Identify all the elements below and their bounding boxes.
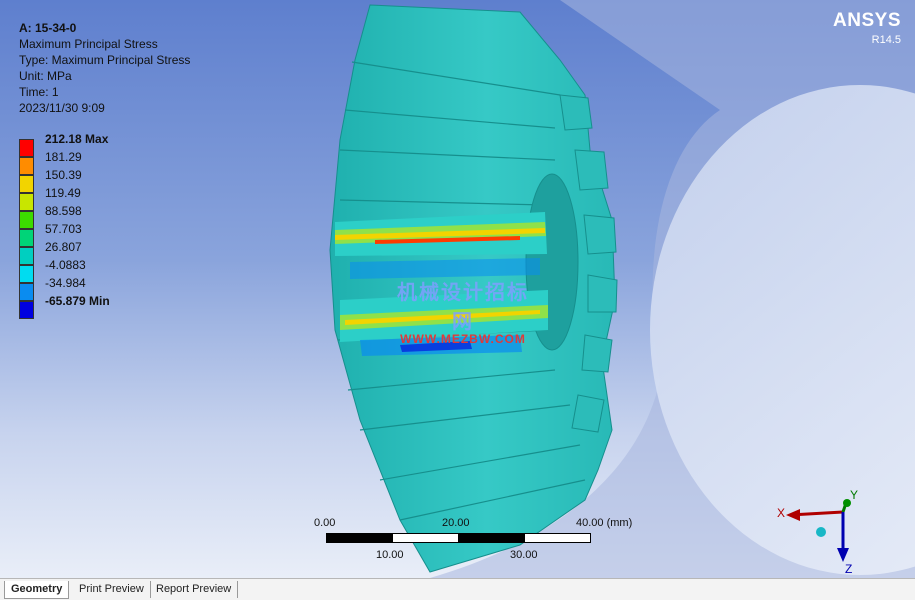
triad-y-label: Y (850, 488, 858, 502)
result-date: 2023/11/30 9:09 (19, 101, 105, 115)
legend-swatch (19, 157, 34, 175)
result-quantity: Maximum Principal Stress (19, 37, 158, 51)
legend-swatch (19, 301, 34, 319)
scale-label-40: 40.00 (mm) (576, 517, 633, 529)
graphics-viewport[interactable]: X Y Z A: 15-34-0 Maximum Principal Stres… (0, 0, 915, 578)
legend-swatch (19, 265, 34, 283)
legend-swatch (19, 229, 34, 247)
legend-label: 57.703 (45, 222, 82, 236)
legend-label: 212.18 Max (45, 132, 109, 146)
legend-label: -4.0883 (45, 258, 86, 272)
legend-label: -65.879 Min (45, 294, 110, 308)
tab-report-preview[interactable]: Report Preview (150, 581, 239, 598)
result-type: Type: Maximum Principal Stress (19, 53, 191, 67)
scale-bar-seg-3 (458, 533, 525, 543)
result-info: A: 15-34-0 Maximum Principal Stress Type… (19, 20, 190, 116)
legend-swatch (19, 175, 34, 193)
scale-label-30: 30.00 (510, 549, 538, 561)
scale-label-20: 20.00 (442, 517, 470, 529)
view-tabs: Geometry Print Preview Report Preview (0, 578, 915, 600)
tab-geometry[interactable]: Geometry (4, 581, 70, 599)
legend-swatch (19, 139, 34, 157)
brand-version: R14.5 (871, 34, 901, 46)
triad-z-label: Z (845, 562, 852, 576)
legend-label: 181.29 (45, 150, 82, 164)
result-time: Time: 1 (19, 85, 59, 99)
scale-label-0: 0.00 (314, 517, 336, 529)
result-name: A: 15-34-0 (19, 21, 77, 35)
legend-swatch (19, 211, 34, 229)
legend-label: 26.807 (45, 240, 82, 254)
scale-label-10: 10.00 (376, 549, 404, 561)
scale-bar-seg-1 (326, 533, 393, 543)
result-unit: Unit: MPa (19, 69, 72, 83)
scale-bar-seg-2 (392, 533, 459, 543)
legend-label: -34.984 (45, 276, 86, 290)
legend-swatch (19, 193, 34, 211)
legend-label: 150.39 (45, 168, 82, 182)
scale-ruler: 0.00 20.00 40.00 (mm) 10.00 30.00 (310, 517, 640, 567)
legend-label: 119.49 (45, 186, 81, 200)
brand-name: ANSYS (833, 10, 901, 31)
ansys-logo: ANSYS R14.5 (833, 10, 901, 46)
legend-swatch (19, 283, 34, 301)
legend-swatch (19, 247, 34, 265)
scale-bar-seg-4 (524, 533, 591, 543)
triad-x-label: X (777, 506, 785, 520)
tab-print-preview[interactable]: Print Preview (73, 581, 151, 598)
legend-label: 88.598 (45, 204, 82, 218)
